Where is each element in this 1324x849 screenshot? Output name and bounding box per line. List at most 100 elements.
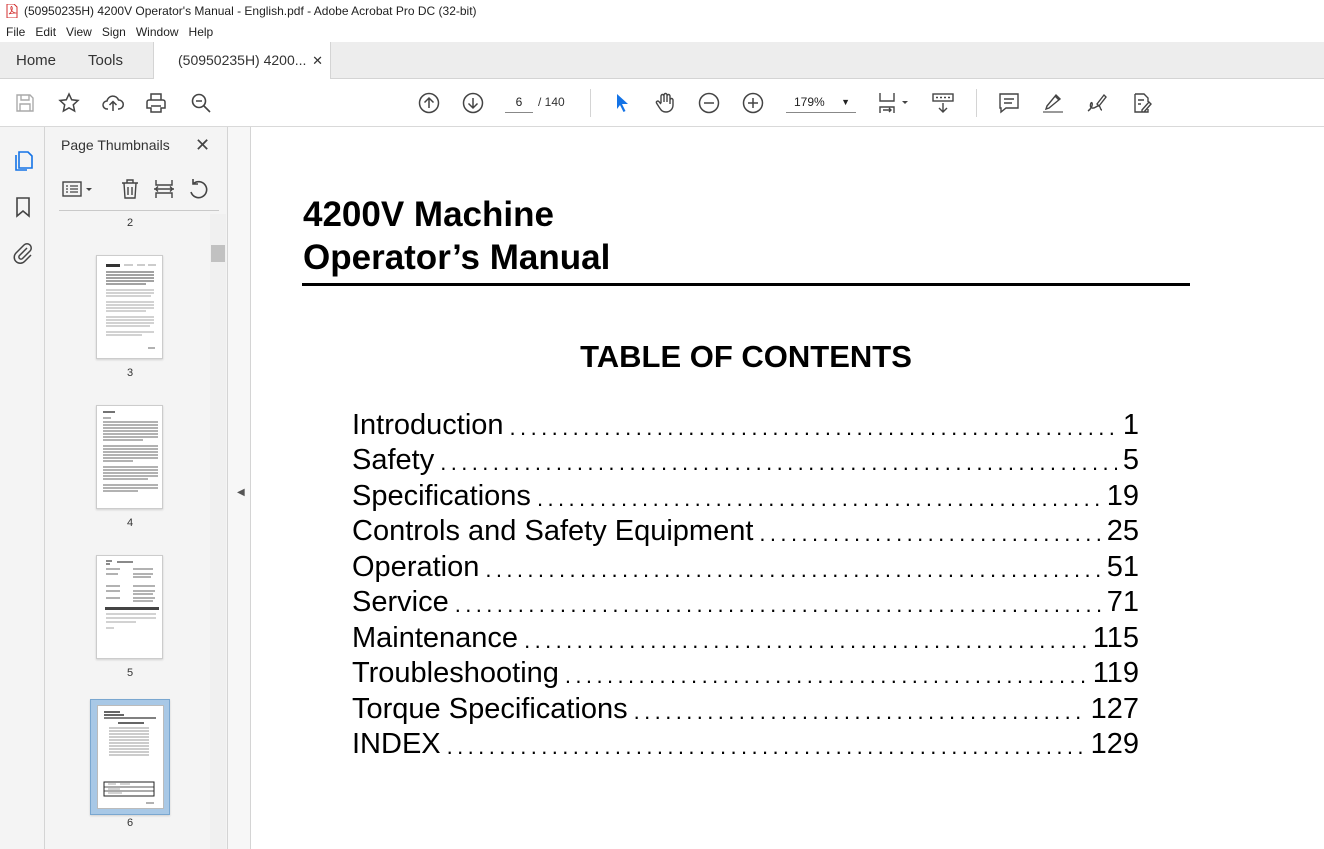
toc-leader-dots: ........................................…: [509, 414, 1117, 440]
zoom-level-value: 179%: [794, 95, 825, 109]
menu-file[interactable]: File: [0, 25, 30, 39]
toc-entry-page: 71: [1106, 586, 1139, 618]
insert-page-icon[interactable]: [152, 177, 176, 201]
star-icon[interactable]: [57, 91, 81, 115]
toc-leader-dots: ........................................…: [454, 592, 1101, 617]
toc-leader-dots: ........................................…: [524, 627, 1087, 653]
bookmark-icon[interactable]: [11, 195, 35, 219]
save-icon[interactable]: [13, 91, 37, 115]
upload-cloud-icon[interactable]: [101, 91, 125, 115]
pdf-file-icon: [6, 3, 18, 19]
toc-entry-page: 1: [1122, 408, 1139, 441]
toc-leader-dots: ........................................…: [536, 485, 1101, 511]
close-panel-icon[interactable]: ✕: [195, 135, 210, 156]
toc-entry[interactable]: Safety..................................…: [352, 443, 1139, 479]
panel-title: Page Thumbnails: [61, 137, 170, 153]
previous-page-icon[interactable]: [417, 91, 441, 115]
thumbnail-options-icon[interactable]: [61, 177, 95, 201]
comment-icon[interactable]: [997, 91, 1021, 115]
delete-trash-icon[interactable]: [118, 177, 142, 201]
toc-entry-label: Safety: [352, 444, 435, 476]
zoom-search-icon[interactable]: [189, 91, 213, 115]
thumbnails-scrollbar-thumb[interactable]: [211, 245, 225, 262]
toc-entry[interactable]: Operation...............................…: [352, 549, 1139, 585]
scroll-mode-icon[interactable]: [931, 91, 955, 115]
hand-tool-icon[interactable]: [653, 91, 677, 115]
toc-leader-dots: ........................................…: [485, 556, 1101, 582]
title-rule: [302, 283, 1190, 286]
chevron-down-icon: ▼: [841, 97, 850, 107]
left-rail: [0, 127, 45, 849]
menu-view[interactable]: View: [61, 25, 97, 39]
thumbnails-scrollbar[interactable]: [210, 214, 226, 849]
toc-entry[interactable]: Introduction............................…: [352, 407, 1139, 443]
toc-entry-label: Operation: [352, 550, 480, 583]
thumbnails-list: 2 3 4 5 6: [45, 213, 210, 849]
thumbnails-panel: Page Thumbnails ✕ 2 3 4 5 6: [45, 127, 227, 849]
toc-entry[interactable]: INDEX...................................…: [352, 727, 1139, 763]
toc-leader-dots: ........................................…: [759, 521, 1100, 546]
document-title: 4200V Machine Operator’s Manual: [303, 193, 610, 279]
window-title: (50950235H) 4200V Operator's Manual - En…: [24, 4, 477, 18]
page-number-input[interactable]: 6: [505, 91, 533, 113]
zoom-in-icon[interactable]: [741, 91, 765, 115]
tab-bar: Home Tools (50950235H) 4200... ✕: [0, 42, 1324, 80]
document-view[interactable]: 4200V Machine Operator’s Manual TABLE OF…: [251, 127, 1324, 849]
toc-entry[interactable]: Torque Specifications...................…: [352, 691, 1139, 727]
toc-entry-label: Introduction: [352, 408, 504, 441]
edit-pdf-icon[interactable]: [1129, 91, 1153, 115]
toc-entry[interactable]: Maintenance.............................…: [352, 620, 1139, 656]
menu-window[interactable]: Window: [131, 25, 184, 39]
draw-sign-icon[interactable]: [1085, 91, 1109, 115]
toc-entry-label: Controls and Safety Equipment: [352, 515, 754, 547]
menu-sign[interactable]: Sign: [97, 25, 131, 39]
document-title-line-2: Operator’s Manual: [303, 238, 611, 277]
toc-entry[interactable]: Specifications..........................…: [352, 478, 1139, 514]
menu-edit[interactable]: Edit: [30, 25, 61, 39]
toc-entry[interactable]: Troubleshooting.........................…: [352, 656, 1139, 692]
toolbar: 6 / 140 179% ▼: [0, 79, 1324, 127]
menu-bar: File Edit View Sign Window Help: [0, 22, 1324, 42]
thumbnail-page-label: 3: [126, 367, 134, 379]
tab-tools[interactable]: Tools: [88, 42, 123, 79]
toc-leader-dots: ........................................…: [446, 734, 1085, 759]
table-of-contents: Introduction............................…: [352, 407, 1139, 762]
highlight-pen-icon[interactable]: [1041, 91, 1065, 115]
thumbnail-page-3[interactable]: [96, 255, 163, 359]
thumbnail-page-6-selected[interactable]: [90, 699, 170, 815]
toc-entry-label: Maintenance: [352, 621, 519, 654]
zoom-out-icon[interactable]: [697, 91, 721, 115]
thumbnail-page-5[interactable]: [96, 555, 163, 659]
toc-entry-page: 5: [1122, 444, 1139, 476]
thumbnail-page-4[interactable]: [96, 405, 163, 509]
toc-entry-page: 51: [1106, 550, 1139, 583]
toc-entry-label: Specifications: [352, 479, 531, 512]
rotate-page-icon[interactable]: [186, 177, 210, 201]
select-cursor-icon[interactable]: [610, 91, 634, 115]
zoom-level-dropdown[interactable]: 179% ▼: [786, 91, 856, 113]
toc-entry-page: 127: [1090, 692, 1139, 725]
thumbnail-page-label: 2: [126, 217, 134, 229]
next-page-icon[interactable]: [461, 91, 485, 115]
panel-collapse-handle[interactable]: ◀: [227, 127, 251, 849]
close-tab-icon[interactable]: ✕: [312, 42, 323, 79]
attachment-paperclip-icon[interactable]: [11, 241, 35, 265]
toc-leader-dots: ........................................…: [633, 698, 1085, 724]
tab-document-label: (50950235H) 4200...: [178, 52, 307, 68]
page-total: / 140: [538, 95, 565, 109]
toc-entry[interactable]: Service.................................…: [352, 585, 1139, 621]
page-layout-icon[interactable]: [877, 91, 911, 115]
toc-entry[interactable]: Controls and Safety Equipment...........…: [352, 514, 1139, 550]
toc-leader-dots: ........................................…: [564, 663, 1087, 688]
tab-document[interactable]: (50950235H) 4200... ✕: [153, 42, 331, 80]
toc-entry-page: 19: [1106, 479, 1139, 512]
menu-help[interactable]: Help: [184, 25, 219, 39]
page-thumbnails-icon[interactable]: [11, 149, 35, 173]
panel-toolbar: [59, 177, 219, 211]
tab-home[interactable]: Home: [16, 42, 56, 79]
toc-heading: TABLE OF CONTENTS: [580, 339, 912, 374]
toc-entry-page: 25: [1106, 515, 1139, 547]
thumbnail-page-6-content: [97, 705, 164, 809]
toc-entry-page: 115: [1092, 621, 1139, 654]
print-icon[interactable]: [144, 91, 168, 115]
